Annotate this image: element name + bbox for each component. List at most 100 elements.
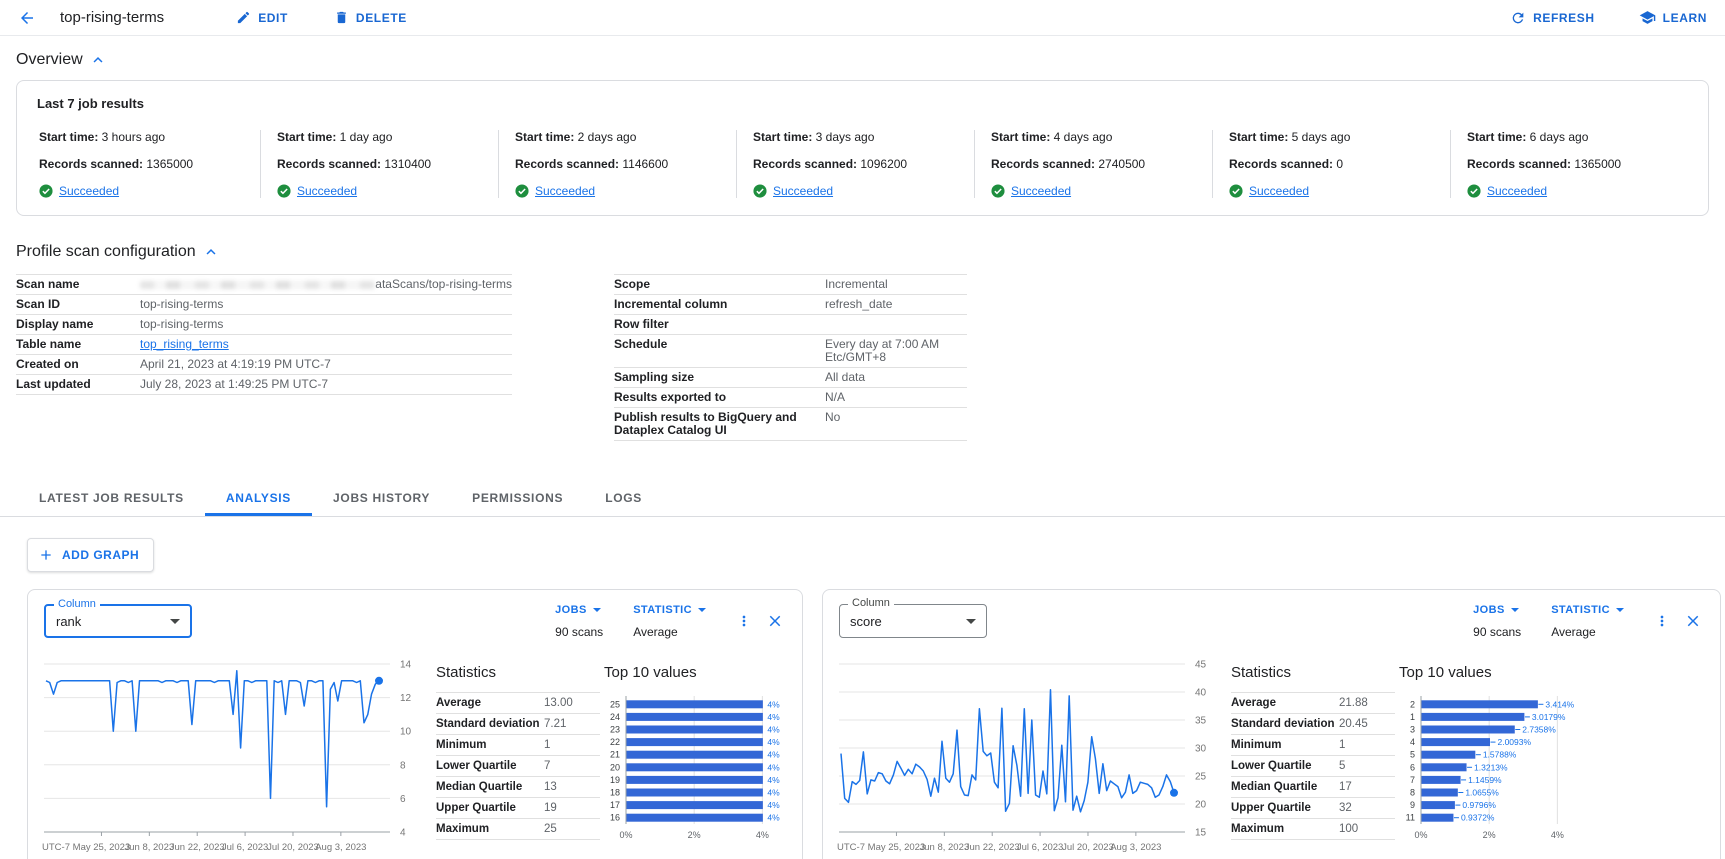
config-table-right: ScopeIncrementalIncremental columnrefres… — [614, 274, 967, 441]
statistic-label: Average — [436, 697, 544, 709]
job-start-time: Start time: 1 day ago — [277, 130, 482, 144]
table-name-link[interactable]: top_rising_terms — [140, 337, 229, 351]
job-result-card: Start time: 2 days agoRecords scanned: 1… — [498, 130, 736, 198]
statistic-row: Median Quartile17 — [1231, 777, 1395, 798]
statistic-label: Median Quartile — [436, 781, 544, 793]
top-values-bar-chart: 0%2%4%23.414%13.0179%32.7358%42.0093%51.… — [1399, 692, 1629, 846]
job-result-card: Start time: 1 day agoRecords scanned: 13… — [260, 130, 498, 198]
svg-text:9: 9 — [1410, 800, 1415, 810]
statistic-row: Standard deviation7.21 — [436, 714, 600, 735]
close-card-button[interactable] — [766, 612, 784, 630]
page-title: top-rising-terms — [60, 9, 164, 26]
config-table-left: Scan nameataScans/top-rising-termsScan I… — [16, 274, 512, 395]
config-row-label: Display name — [16, 317, 140, 331]
job-status-link[interactable]: Succeeded — [1487, 184, 1547, 198]
more-options-button[interactable] — [736, 613, 752, 629]
tab-jobs-history[interactable]: JOBS HISTORY — [312, 478, 451, 516]
job-start-time: Start time: 4 days ago — [991, 130, 1196, 144]
add-graph-button[interactable]: ADD GRAPH — [27, 538, 154, 572]
svg-text:Jul 6, 2023: Jul 6, 2023 — [222, 842, 268, 853]
column-select[interactable]: Columnrank — [44, 604, 192, 638]
statistic-label: Median Quartile — [1231, 781, 1339, 793]
statistic-value: 13 — [544, 781, 600, 793]
tab-logs[interactable]: LOGS — [584, 478, 663, 516]
svg-text:Jul 6, 2023: Jul 6, 2023 — [1017, 842, 1063, 853]
statistic-label: Lower Quartile — [436, 760, 544, 772]
svg-text:5: 5 — [1410, 750, 1415, 760]
config-row: ScheduleEvery day at 7:00 AM Etc/GMT+8 — [614, 335, 967, 368]
statistic-label: Minimum — [1231, 739, 1339, 751]
svg-text:Jun 22, 2023: Jun 22, 2023 — [170, 842, 225, 853]
more-options-button[interactable] — [1654, 613, 1670, 629]
svg-text:2.0093%: 2.0093% — [1497, 737, 1531, 747]
back-arrow-icon[interactable] — [18, 9, 36, 27]
overview-heading-label: Overview — [16, 51, 83, 69]
svg-text:8: 8 — [400, 760, 406, 771]
job-status-link[interactable]: Succeeded — [59, 184, 119, 198]
column-select-value: rank — [56, 614, 81, 629]
svg-text:20: 20 — [610, 762, 620, 772]
tab-permissions[interactable]: PERMISSIONS — [451, 478, 584, 516]
statistic-row: Lower Quartile7 — [436, 756, 600, 777]
tab-latest-job-results[interactable]: LATEST JOB RESULTS — [18, 478, 205, 516]
svg-text:4%: 4% — [767, 737, 780, 747]
column-select[interactable]: Columnscore — [839, 604, 987, 638]
svg-text:0.9796%: 0.9796% — [1462, 800, 1496, 810]
statistic-value: 1 — [544, 739, 600, 751]
svg-text:4%: 4% — [767, 762, 780, 772]
svg-text:12: 12 — [400, 693, 412, 704]
statistic-value: 21.88 — [1339, 697, 1395, 709]
svg-text:35: 35 — [1195, 716, 1207, 727]
svg-text:4%: 4% — [767, 712, 780, 722]
svg-text:4%: 4% — [767, 800, 780, 810]
svg-text:1.0655%: 1.0655% — [1465, 788, 1499, 798]
close-card-button[interactable] — [1684, 612, 1702, 630]
analysis-cards-row: Columnrank JOBS90 scans STATISTICAverage 1 4… — [27, 589, 1721, 859]
last-jobs-card: Last 7 job results Start time: 3 hours a… — [16, 80, 1709, 216]
svg-text:25: 25 — [1195, 772, 1207, 783]
svg-text:May 25, 2023: May 25, 2023 — [73, 842, 131, 853]
delete-button[interactable]: DELETE — [334, 10, 407, 25]
jobs-dropdown[interactable]: JOBS90 scans — [1473, 604, 1521, 639]
statistic-dropdown[interactable]: STATISTICAverage — [633, 604, 706, 639]
jobs-dropdown[interactable]: JOBS90 scans — [555, 604, 603, 639]
svg-text:2: 2 — [1410, 699, 1415, 709]
job-status-link[interactable]: Succeeded — [297, 184, 357, 198]
card-icons — [736, 612, 784, 630]
job-status: Succeeded — [1229, 184, 1434, 198]
statistic-dropdown-value: Average — [633, 625, 706, 639]
analysis-card-score: ColumnscoreJOBS90 scansSTATISTICAverage4… — [822, 589, 1721, 859]
svg-text:10: 10 — [400, 727, 412, 738]
statistic-dropdown[interactable]: STATISTICAverage — [1551, 604, 1624, 639]
svg-text:23: 23 — [610, 725, 620, 735]
learn-button[interactable]: LEARN — [1639, 9, 1707, 26]
svg-text:4%: 4% — [767, 775, 780, 785]
chevron-up-icon[interactable] — [89, 51, 107, 69]
column-select-value: score — [850, 614, 882, 629]
svg-text:Jul 20, 2023: Jul 20, 2023 — [1062, 842, 1114, 853]
config-row: Created onApril 21, 2023 at 4:19:19 PM U… — [16, 355, 512, 375]
svg-text:2%: 2% — [688, 830, 701, 840]
statistic-label: Upper Quartile — [1231, 802, 1339, 814]
config-row-label: Row filter — [614, 317, 825, 331]
job-status: Succeeded — [277, 184, 482, 198]
config-row-value: top_rising_terms — [140, 337, 512, 351]
chevron-up-icon[interactable] — [202, 243, 220, 261]
config-row-value: N/A — [825, 390, 967, 404]
job-status-link[interactable]: Succeeded — [1011, 184, 1071, 198]
config-row-value: refresh_date — [825, 297, 967, 311]
job-status-link[interactable]: Succeeded — [773, 184, 833, 198]
graduation-cap-icon — [1639, 9, 1656, 26]
config-row-value: top-rising-terms — [140, 317, 512, 331]
edit-button[interactable]: EDIT — [236, 10, 288, 25]
refresh-button[interactable]: REFRESH — [1510, 9, 1595, 26]
svg-text:3: 3 — [1410, 725, 1415, 735]
statistic-value: 7 — [544, 760, 600, 772]
caret-down-icon — [170, 619, 180, 624]
card-body: 141210864UTC-7May 25, 2023Jun 8, 2023Jun… — [28, 648, 802, 859]
tab-analysis[interactable]: ANALYSIS — [205, 478, 312, 516]
config-row-value: top-rising-terms — [140, 297, 512, 311]
svg-text:1: 1 — [1410, 712, 1415, 722]
job-status-link[interactable]: Succeeded — [535, 184, 595, 198]
job-status-link[interactable]: Succeeded — [1249, 184, 1309, 198]
